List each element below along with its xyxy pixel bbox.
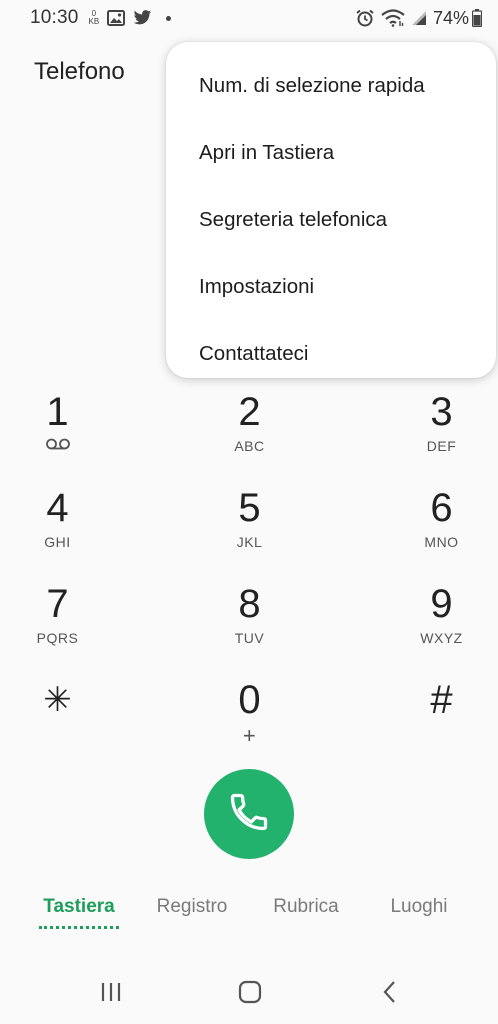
dial-letters: DEF xyxy=(426,438,457,454)
image-icon xyxy=(107,10,126,26)
menu-item-speed-dial[interactable]: Num. di selezione rapida xyxy=(166,52,496,119)
tab-keypad[interactable]: Tastiera xyxy=(43,896,114,918)
active-tab-indicator xyxy=(39,926,119,929)
signal-icon xyxy=(411,10,427,26)
system-nav-bar xyxy=(0,964,498,1024)
dial-key-4[interactable]: 4 GHI xyxy=(0,484,140,580)
dial-digit: 8 xyxy=(238,582,261,626)
page-title: Telefono xyxy=(34,58,125,85)
dial-letters: PQRS xyxy=(36,630,79,646)
dial-digit: 1 xyxy=(46,390,69,434)
dialpad: 1 2 ABC 3 DEF 4 GHI 5 JKL 6 MNO 7 PQRS 8… xyxy=(0,388,498,772)
dial-digit-hash: # xyxy=(430,678,453,722)
recent-apps-icon xyxy=(99,981,123,1008)
dialpad-row: 1 2 ABC 3 DEF xyxy=(0,388,498,484)
back-button[interactable] xyxy=(372,978,408,1010)
dial-digit: 4 xyxy=(46,486,69,530)
back-chevron-icon xyxy=(382,980,398,1009)
dial-letters: JKL xyxy=(236,534,263,550)
dial-letters: + xyxy=(242,723,257,748)
dial-digit: 0 xyxy=(238,678,261,722)
dialpad-row: 4 GHI 5 JKL 6 MNO xyxy=(0,484,498,580)
dial-key-star[interactable]: ✳ xyxy=(0,676,140,772)
dial-key-0[interactable]: 0 + xyxy=(166,676,332,772)
dial-letters: MNO xyxy=(424,534,459,550)
dial-letters: GHI xyxy=(44,534,71,550)
dial-digit: 7 xyxy=(46,582,69,626)
dial-key-8[interactable]: 8 TUV xyxy=(166,580,332,676)
battery-icon xyxy=(472,9,482,27)
dial-digit: 5 xyxy=(238,486,261,530)
dial-key-7[interactable]: 7 PQRS xyxy=(0,580,140,676)
dial-key-9[interactable]: 9 WXYZ xyxy=(358,580,498,676)
notification-dot xyxy=(166,15,172,21)
dialpad-row: ✳ 0 + # xyxy=(0,676,498,772)
phone-icon xyxy=(227,790,271,839)
home-icon xyxy=(237,979,263,1010)
status-bar: 10:30 0 KB 74% xyxy=(0,0,498,36)
status-right-group: 74% xyxy=(349,8,482,29)
dialpad-row: 7 PQRS 8 TUV 9 WXYZ xyxy=(0,580,498,676)
dial-key-hash[interactable]: # xyxy=(358,676,498,772)
status-time: 10:30 xyxy=(30,7,79,28)
voicemail-icon xyxy=(45,438,71,454)
dial-key-2[interactable]: 2 ABC xyxy=(166,388,332,484)
alarm-icon xyxy=(355,9,375,27)
call-button[interactable] xyxy=(204,769,294,859)
dial-digit: 2 xyxy=(238,390,261,434)
dial-key-1[interactable]: 1 xyxy=(0,388,140,484)
wifi-icon xyxy=(381,9,405,27)
data-rate-indicator: 0 KB xyxy=(89,10,100,26)
dial-key-6[interactable]: 6 MNO xyxy=(358,484,498,580)
twitter-icon xyxy=(133,10,152,26)
battery-percentage: 74% xyxy=(432,7,469,28)
dial-key-3[interactable]: 3 DEF xyxy=(358,388,498,484)
dial-letters: ABC xyxy=(234,438,265,454)
bottom-tab-bar: Tastiera Registro Rubrica Luoghi xyxy=(0,896,498,936)
dial-key-5[interactable]: 5 JKL xyxy=(166,484,332,580)
menu-item-contact-us[interactable]: Contattateci xyxy=(166,321,496,388)
dial-letters: TUV xyxy=(234,630,265,646)
dial-digit-star: ✳ xyxy=(43,681,72,719)
menu-item-settings[interactable]: Impostazioni xyxy=(166,254,496,321)
data-rate-unit: KB xyxy=(88,17,100,26)
recent-apps-button[interactable] xyxy=(93,978,129,1010)
dial-digit: 6 xyxy=(430,486,453,530)
dial-digit: 9 xyxy=(430,582,453,626)
dial-digit: 3 xyxy=(430,390,453,434)
menu-item-open-in-keypad[interactable]: Apri in Tastiera xyxy=(166,119,496,186)
dial-letters: WXYZ xyxy=(420,630,463,646)
tab-contacts[interactable]: Rubrica xyxy=(273,896,338,918)
tab-log[interactable]: Registro xyxy=(157,896,228,918)
overflow-menu: Num. di selezione rapida Apri in Tastier… xyxy=(166,42,496,378)
menu-item-voicemail[interactable]: Segreteria telefonica xyxy=(166,186,496,253)
home-button[interactable] xyxy=(232,978,268,1010)
tab-places[interactable]: Luoghi xyxy=(390,896,447,918)
